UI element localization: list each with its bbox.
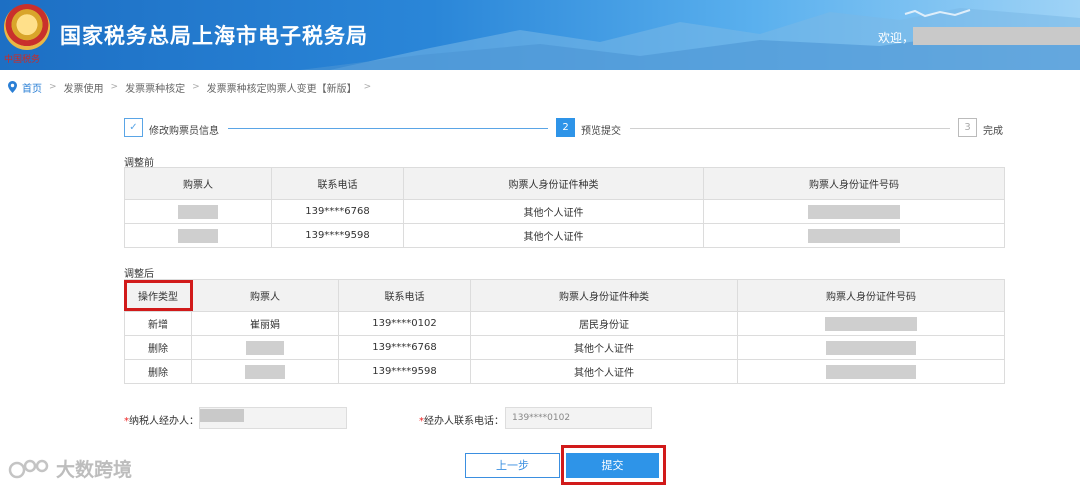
operation-cell: 删除 — [124, 335, 192, 360]
breadcrumb-separator-icon: > — [192, 82, 200, 92]
id-number-cell — [737, 311, 1005, 336]
location-pin-icon — [8, 81, 17, 93]
breadcrumb-invoice-use-link[interactable]: 发票使用 — [64, 80, 104, 95]
after-section-title: 调整后 — [124, 269, 154, 280]
phone-cell: 139****9598 — [338, 359, 471, 384]
before-table-header: 购票人 联系电话 购票人身份证件种类 购票人身份证件号码 — [124, 167, 1005, 200]
submit-highlight-box — [561, 445, 666, 485]
redacted-id-number — [808, 228, 900, 243]
agent-label: *纳税人经办人： — [124, 412, 199, 427]
breadcrumb-separator-icon: > — [110, 82, 119, 92]
breadcrumb-home-link[interactable]: 首页 — [22, 80, 42, 95]
breadcrumb-invoice-type-link[interactable]: 发票票种核定 — [125, 80, 185, 95]
buyer-name-cell — [124, 199, 272, 224]
buyer-name-cell — [191, 359, 339, 384]
redacted-id-number — [826, 340, 916, 355]
column-header: 购票人身份证件种类 — [403, 167, 704, 200]
buyer-name-cell — [124, 223, 272, 248]
id-type-cell: 其他个人证件 — [470, 335, 738, 360]
redacted-id-number — [826, 364, 916, 379]
redacted-id-number — [825, 316, 917, 331]
breadcrumb-current-page: 发票票种核定购票人变更【新版】 — [206, 83, 357, 95]
step-progress-line-pending — [630, 128, 950, 129]
site-header: 中国税务 国家税务总局上海市电子税务局 欢迎， — [0, 0, 1080, 70]
redacted-name — [245, 364, 285, 379]
table-row: 139****9598 其他个人证件 — [124, 223, 1005, 248]
step-2-label: 预览提交 — [581, 126, 621, 137]
id-type-cell: 其他个人证件 — [403, 199, 704, 224]
id-type-cell: 其他个人证件 — [403, 223, 704, 248]
agent-phone-label: *经办人联系电话： — [419, 412, 504, 427]
agent-label-text: 纳税人经办人： — [129, 416, 199, 427]
step-1-label: 修改购票员信息 — [149, 126, 219, 137]
breadcrumb-separator-icon: > — [363, 82, 372, 92]
id-number-cell — [703, 223, 1005, 248]
phone-cell: 139****6768 — [338, 335, 471, 360]
phone-cell: 139****0102 — [338, 311, 471, 336]
id-number-cell — [703, 199, 1005, 224]
redacted-name — [178, 228, 218, 243]
column-header: 联系电话 — [271, 167, 404, 200]
step-progress-line-done — [228, 128, 548, 129]
column-header: 购票人身份证件号码 — [737, 279, 1005, 312]
tax-seal-text: 中国税务 — [4, 55, 41, 65]
buyer-name-cell — [191, 335, 339, 360]
after-table: 操作类型 购票人 联系电话 购票人身份证件种类 购票人身份证件号码 新增 崔丽娟… — [124, 279, 1005, 384]
id-type-cell: 居民身份证 — [470, 311, 738, 336]
id-type-cell: 其他个人证件 — [470, 359, 738, 384]
column-header: 购票人 — [191, 279, 339, 312]
step-2-number: 2 — [556, 118, 575, 137]
user-name-redacted — [913, 27, 1080, 45]
agent-phone-field[interactable]: 139****0102 — [505, 407, 652, 429]
column-header: 购票人身份证件种类 — [470, 279, 738, 312]
breadcrumb: 首页 > 发票使用 > 发票票种核定 > 发票票种核定购票人变更【新版】 > — [8, 80, 378, 95]
step-1-check-icon: ✓ — [124, 118, 143, 137]
redacted-name — [178, 204, 218, 219]
phone-cell: 139****6768 — [271, 199, 404, 224]
step-3-label: 完成 — [983, 126, 1003, 137]
column-header: 购票人 — [124, 167, 272, 200]
after-table-header: 操作类型 购票人 联系电话 购票人身份证件种类 购票人身份证件号码 — [124, 279, 1005, 312]
redacted-name — [246, 340, 284, 355]
tax-emblem-logo — [4, 4, 50, 50]
site-title: 国家税务总局上海市电子税务局 — [60, 24, 368, 48]
watermark: 大数跨境 — [8, 455, 132, 482]
watermark-logo-icon — [8, 459, 49, 478]
phone-cell: 139****9598 — [271, 223, 404, 248]
operation-cell: 删除 — [124, 359, 192, 384]
previous-step-button[interactable]: 上一步 — [465, 453, 560, 478]
welcome-text: 欢迎， — [878, 31, 915, 45]
operation-cell: 新增 — [124, 311, 192, 336]
redacted-agent-name — [200, 409, 244, 422]
id-number-cell — [737, 359, 1005, 384]
column-header: 联系电话 — [338, 279, 471, 312]
table-row: 139****6768 其他个人证件 — [124, 199, 1005, 224]
id-number-cell — [737, 335, 1005, 360]
table-row: 删除 139****6768 其他个人证件 — [124, 335, 1005, 360]
breadcrumb-separator-icon: > — [49, 82, 57, 92]
agent-phone-label-text: 经办人联系电话： — [424, 416, 504, 427]
redacted-id-number — [808, 204, 900, 219]
operation-type-highlight-box — [124, 280, 193, 311]
before-table: 购票人 联系电话 购票人身份证件种类 购票人身份证件号码 139****6768… — [124, 167, 1005, 248]
table-row: 删除 139****9598 其他个人证件 — [124, 359, 1005, 384]
buyer-name-cell: 崔丽娟 — [191, 311, 339, 336]
column-header: 购票人身份证件号码 — [703, 167, 1005, 200]
table-row: 新增 崔丽娟 139****0102 居民身份证 — [124, 311, 1005, 336]
step-3-number: 3 — [958, 118, 977, 137]
watermark-text: 大数跨境 — [56, 459, 133, 481]
